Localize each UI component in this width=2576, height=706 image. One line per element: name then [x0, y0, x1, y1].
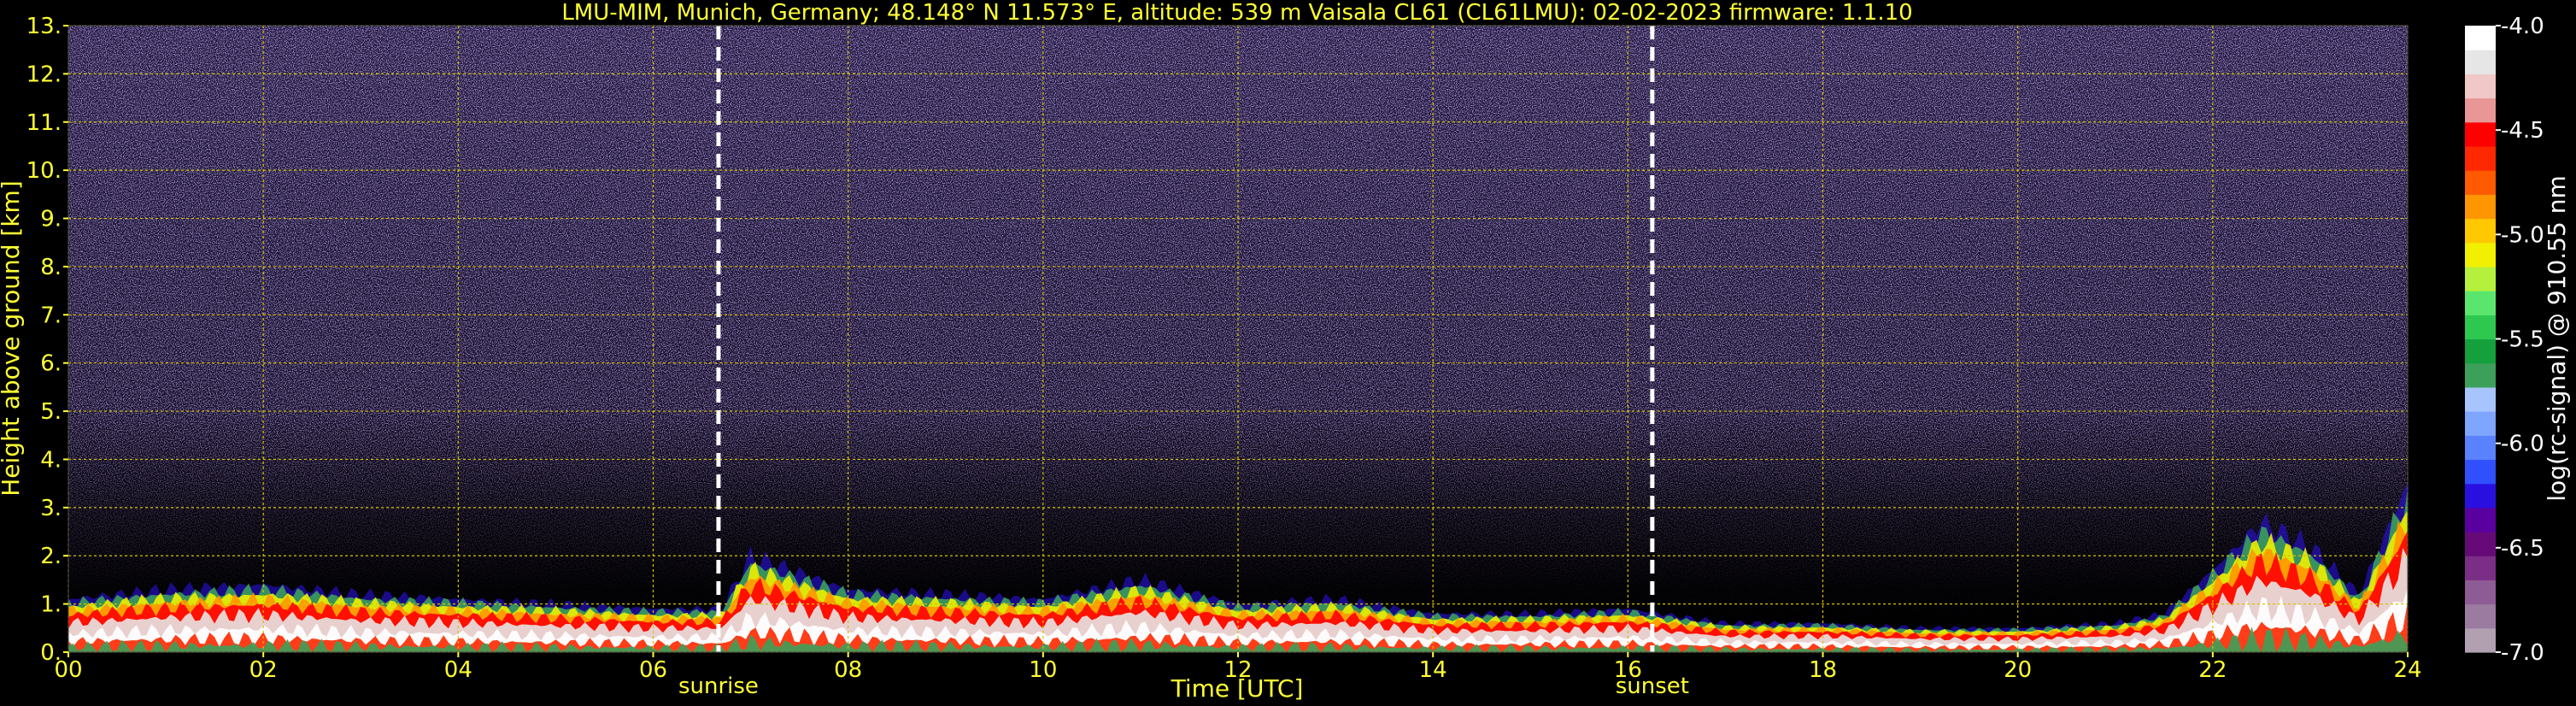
sunrise-label: sunrise [678, 674, 759, 699]
y-tick-label: 4. [40, 447, 62, 473]
y-tick-label: 12. [26, 62, 62, 87]
x-tick-label: 08 [834, 657, 862, 683]
colorbar-segment [2465, 338, 2496, 364]
colorbar-segment [2465, 145, 2496, 171]
x-tick-label: 10 [1029, 657, 1057, 683]
plot-area: sunrise sunset [67, 25, 2409, 699]
colorbar-segment [2465, 194, 2496, 220]
colorbar-segment [2465, 459, 2496, 485]
colorbar-segment [2465, 507, 2496, 532]
x-tick-label: 20 [2004, 657, 2032, 683]
colorbar-segment [2465, 291, 2496, 315]
colorbar-tick-label: -5.5 [2501, 327, 2544, 353]
colorbar-label: log(rc-signal) @ 910.55 nm [2543, 175, 2571, 501]
y-tick-label: 9. [40, 207, 62, 232]
y-tick-label: 0. [40, 640, 62, 666]
chart-title: LMU-MIM, Munich, Germany; 48.148° N 11.5… [561, 0, 1912, 26]
colorbar-tick-label: -5.0 [2501, 222, 2544, 248]
y-tick-label: 11. [26, 110, 62, 136]
colorbar-segment [2465, 362, 2496, 388]
colorbar-segment [2465, 50, 2496, 74]
ceilometer-chart: sunrise sunset 00 02 04 06 08 10 12 14 16 18 20 22 24… [0, 0, 2571, 703]
colorbar-tick-label: -6.0 [2501, 432, 2544, 457]
y-tick-label: 1. [40, 592, 62, 618]
colorbar-segment [2465, 603, 2496, 629]
colorbar-segment [2465, 556, 2496, 581]
x-tick-label: 04 [444, 657, 472, 683]
colorbar-tick-label: -4.5 [2501, 118, 2544, 144]
x-tick-label: 22 [2198, 657, 2227, 683]
colorbar-segment [2465, 121, 2496, 147]
colorbar-segment [2465, 242, 2496, 268]
x-axis-label: Time [UTC] [1171, 674, 1304, 703]
x-tick-label: 18 [1809, 657, 1837, 683]
colorbar-tick-label: -7.0 [2501, 640, 2544, 666]
colorbar-segment [2465, 218, 2496, 244]
x-tick-label: 02 [249, 657, 278, 683]
y-tick-label: 2. [40, 544, 62, 569]
colorbar-tick-label: -4.0 [2501, 14, 2544, 39]
y-tick-label: 3. [40, 496, 62, 521]
colorbar-segment [2465, 386, 2496, 412]
y-axis-label: Height above ground [km] [0, 180, 25, 497]
colorbar-segment [2465, 435, 2496, 461]
colorbar-segment [2465, 170, 2496, 195]
colorbar-segment [2465, 315, 2496, 340]
y-tick-label: 5. [40, 399, 62, 425]
colorbar-segment [2465, 266, 2496, 291]
x-tick-label: 06 [639, 657, 667, 683]
colorbar-segment [2465, 532, 2496, 556]
colorbar-segment [2465, 580, 2496, 605]
colorbar-segment [2465, 411, 2496, 436]
x-tick-label: 24 [2393, 657, 2421, 683]
colorbar-segment [2465, 26, 2496, 50]
y-tick-label: 13. [26, 14, 62, 39]
x-tick-label: 16 [1614, 657, 1642, 683]
colorbar-segment [2465, 483, 2496, 509]
colorbar-segment [2465, 74, 2496, 99]
colorbar-segment [2465, 97, 2496, 123]
colorbar: -4.0 -4.5 -5.0 -5.5 -6.0 -6.5 -7.0 [2465, 14, 2544, 666]
colorbar-segment [2465, 627, 2496, 653]
y-tick-label: 7. [40, 303, 62, 328]
colorbar-tick-label: -6.5 [2501, 536, 2544, 562]
x-tick-label: 14 [1419, 657, 1447, 683]
y-tick-label: 8. [40, 255, 62, 280]
y-tick-label: 10. [26, 158, 62, 184]
y-tick-label: 6. [40, 351, 62, 377]
